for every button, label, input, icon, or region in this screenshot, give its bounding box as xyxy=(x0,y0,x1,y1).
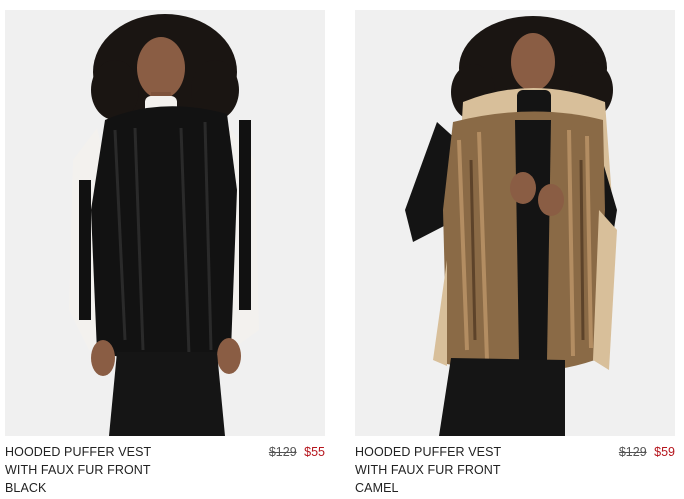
product-price: $129 $55 xyxy=(269,443,325,461)
product-name-line: WITH FAUX FUR FRONT xyxy=(355,463,501,477)
product-name-line: HOODED PUFFER VEST xyxy=(355,445,502,459)
product-photo-camel-vest xyxy=(355,10,675,436)
original-price: $129 xyxy=(618,445,647,459)
product-name-link[interactable]: HOODED PUFFER VEST WITH FAUX FUR FRONT B… xyxy=(5,443,205,497)
sale-price: $55 xyxy=(304,445,325,459)
product-name-line: WITH FAUX FUR FRONT xyxy=(5,463,151,477)
product-color-name: BLACK xyxy=(5,481,47,495)
product-photo-black-vest xyxy=(5,10,325,436)
product-info: HOODED PUFFER VEST WITH FAUX FUR FRONT B… xyxy=(5,443,325,499)
product-image[interactable] xyxy=(355,10,675,436)
product-info: HOODED PUFFER VEST WITH FAUX FUR FRONT C… xyxy=(355,443,675,499)
product-name-link[interactable]: HOODED PUFFER VEST WITH FAUX FUR FRONT C… xyxy=(355,443,555,497)
product-card[interactable]: HOODED PUFFER VEST WITH FAUX FUR FRONT B… xyxy=(5,10,325,496)
original-price: $129 xyxy=(268,445,297,459)
product-price: $129 $59 xyxy=(619,443,675,461)
product-card[interactable]: HOODED PUFFER VEST WITH FAUX FUR FRONT C… xyxy=(355,10,675,496)
product-grid: HOODED PUFFER VEST WITH FAUX FUR FRONT B… xyxy=(0,0,684,499)
product-image[interactable] xyxy=(5,10,325,436)
sale-price: $59 xyxy=(654,445,675,459)
product-name-line: HOODED PUFFER VEST xyxy=(5,445,152,459)
product-color-name: CAMEL xyxy=(355,481,399,495)
